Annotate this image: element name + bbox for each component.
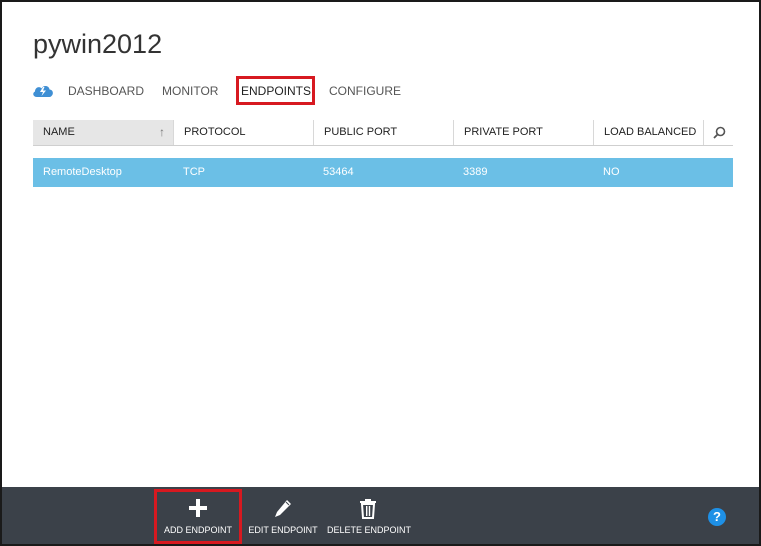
delete-endpoint-label: DELETE ENDPOINT [327, 525, 412, 535]
sort-ascending-icon: ↑ [159, 125, 165, 139]
cell-protocol: TCP [183, 166, 205, 178]
column-header-name[interactable]: NAME ↑ [33, 120, 173, 145]
page-title: pywin2012 [33, 29, 163, 59]
trash-icon [360, 499, 376, 519]
grid-header: NAME ↑ PROTOCOL PUBLIC PORT PRIVATE PORT… [33, 120, 733, 146]
add-endpoint-label: ADD ENDPOINT [163, 525, 232, 535]
help-icon[interactable]: ? [708, 508, 726, 526]
cloud-lightning-icon [33, 85, 53, 97]
portal-window: pywin2012 DASHBOARD MONITOR ENDPOINTS CO… [0, 0, 761, 546]
tab-endpoints[interactable]: ENDPOINTS [241, 84, 311, 98]
column-header-load-balanced[interactable]: LOAD BALANCED [593, 120, 703, 145]
column-header-private-port[interactable]: PRIVATE PORT [453, 120, 593, 145]
add-endpoint-button[interactable]: ADD ENDPOINT [157, 487, 239, 544]
edit-endpoint-button[interactable]: EDIT ENDPOINT [245, 487, 321, 544]
tab-configure[interactable]: CONFIGURE [329, 84, 401, 98]
tab-monitor[interactable]: MONITOR [162, 84, 218, 98]
grid-search-button[interactable] [703, 120, 733, 145]
cell-name: RemoteDesktop [43, 166, 122, 178]
search-icon [713, 126, 726, 139]
tab-dashboard[interactable]: DASHBOARD [68, 84, 144, 98]
cell-public-port: 53464 [323, 166, 354, 178]
column-header-protocol[interactable]: PROTOCOL [173, 120, 313, 145]
cell-private-port: 3389 [463, 166, 488, 178]
column-header-public-port[interactable]: PUBLIC PORT [313, 120, 453, 145]
edit-endpoint-label: EDIT ENDPOINT [248, 525, 318, 535]
delete-endpoint-button[interactable]: DELETE ENDPOINT [327, 487, 412, 544]
pencil-icon [275, 500, 291, 517]
table-row[interactable]: RemoteDesktop TCP 53464 3389 NO [33, 158, 733, 187]
plus-icon [189, 499, 207, 517]
cell-load-balanced: NO [603, 166, 620, 178]
command-bar: ADD ENDPOINT EDIT ENDPOINT DELETE ENDPOI… [2, 487, 759, 544]
column-header-label: NAME [43, 126, 75, 138]
